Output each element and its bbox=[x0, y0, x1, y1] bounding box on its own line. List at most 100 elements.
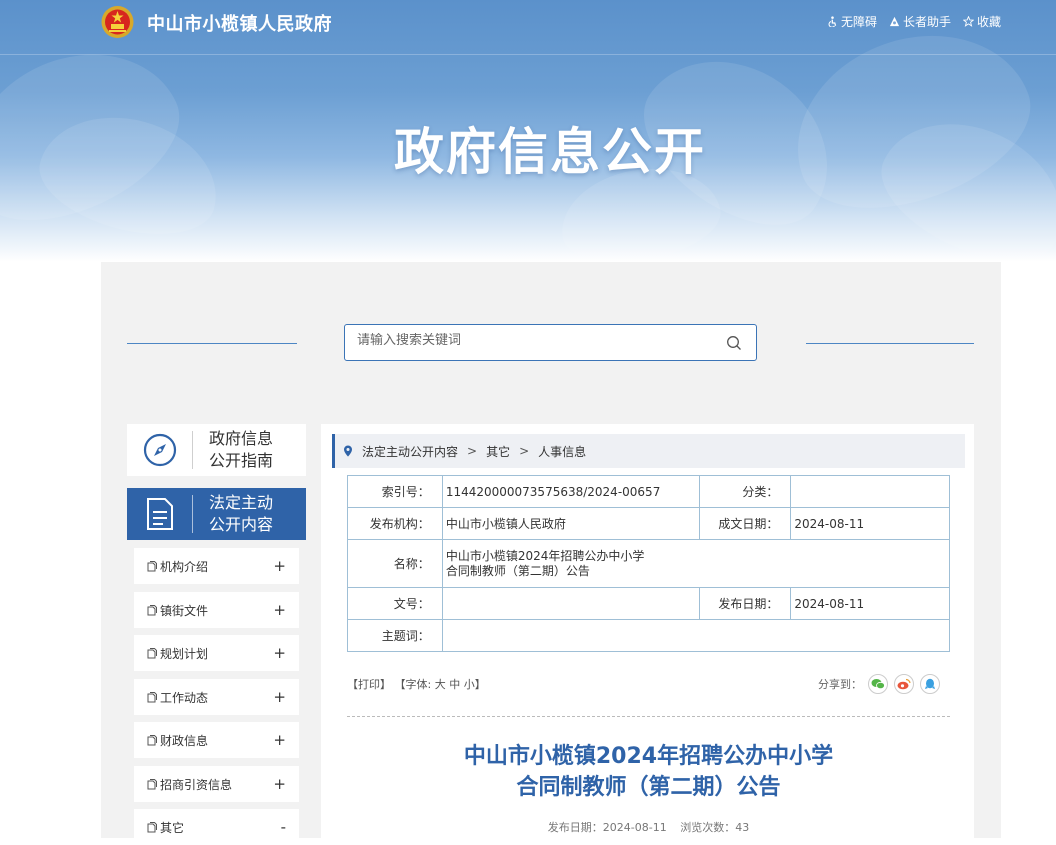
sidebar-item-label: 规划计划 bbox=[160, 646, 209, 661]
file-icon bbox=[147, 560, 157, 571]
name-line-2: 合同制教师（第二期）公告 bbox=[445, 563, 590, 578]
doc-number-value bbox=[441, 587, 700, 620]
index-label: 索引号： bbox=[347, 475, 443, 508]
name-value: 中山市小榄镇2024年招聘公办中小学 合同制教师（第二期）公告 bbox=[441, 539, 951, 588]
elder-helper-icon bbox=[889, 16, 900, 27]
main-content: 法定主动公开内容 > 其它 > 人事信息 索引号： 11442000007357… bbox=[321, 424, 974, 838]
expand-icon[interactable]: + bbox=[273, 557, 286, 575]
star-icon bbox=[962, 16, 974, 27]
accessibility-label: 无障碍 bbox=[840, 15, 877, 29]
expand-icon[interactable]: + bbox=[273, 775, 286, 793]
active-label-line1: 法定主动 bbox=[209, 493, 274, 512]
meta-views: 43 bbox=[735, 821, 750, 834]
font-size-suffix: 】 bbox=[474, 678, 486, 691]
dashed-divider bbox=[347, 716, 950, 717]
sidebar-item-org[interactable]: 机构介绍 + bbox=[134, 548, 299, 584]
sidebar-item-label: 镇街文件 bbox=[160, 603, 209, 618]
location-pin-icon bbox=[344, 445, 352, 457]
active-label-line2: 公开内容 bbox=[209, 515, 274, 534]
document-icon bbox=[146, 498, 173, 530]
article-tools: 【打印】 【字体: 大 中 小】 bbox=[347, 676, 486, 692]
expand-icon[interactable]: + bbox=[273, 731, 286, 749]
article-meta: 发布日期：2024-08-11 浏览次数：43 bbox=[347, 819, 950, 835]
site-name[interactable]: 中山市小榄镇人民政府 bbox=[147, 10, 332, 36]
expand-icon[interactable]: + bbox=[273, 644, 286, 662]
accessibility-icon bbox=[828, 16, 837, 27]
sidebar-item-investment[interactable]: 招商引资信息 + bbox=[134, 766, 299, 802]
file-icon bbox=[147, 821, 157, 832]
name-line-1: 中山市小榄镇2024年招聘公办中小学 bbox=[445, 548, 645, 563]
published-date-label: 发布日期： bbox=[698, 587, 792, 620]
share-qq-button[interactable] bbox=[920, 674, 940, 694]
created-date-label: 成文日期： bbox=[698, 507, 792, 540]
accessibility-link[interactable]: 无障碍 bbox=[827, 13, 877, 30]
banner-title: 政府信息公开 bbox=[394, 123, 706, 181]
sidebar-item-label: 机构介绍 bbox=[160, 559, 209, 574]
sidebar-item-docs[interactable]: 镇街文件 + bbox=[134, 592, 299, 628]
breadcrumb-item[interactable]: 法定主动公开内容 bbox=[362, 443, 458, 460]
name-label: 名称： bbox=[347, 539, 443, 588]
breadcrumb: 法定主动公开内容 > 其它 > 人事信息 bbox=[332, 434, 965, 468]
publisher-value: 中山市小榄镇人民政府 bbox=[441, 507, 700, 540]
search-input[interactable] bbox=[357, 333, 707, 348]
sidebar-item-plans[interactable]: 规划计划 + bbox=[134, 635, 299, 671]
file-icon bbox=[147, 604, 157, 615]
qq-icon bbox=[925, 678, 935, 689]
favorite-label: 收藏 bbox=[976, 15, 1001, 29]
breadcrumb-item[interactable]: 其它 bbox=[486, 443, 510, 460]
meta-date: 2024-08-11 bbox=[602, 821, 667, 834]
keywords-label: 主题词： bbox=[347, 619, 443, 652]
elder-helper-link[interactable]: 长者助手 bbox=[889, 13, 951, 30]
article-title-line-2: 合同制教师（第二期）公告 bbox=[516, 775, 781, 800]
sidebar-item-label: 财政信息 bbox=[160, 733, 209, 748]
share-wechat-button[interactable] bbox=[868, 674, 888, 694]
search-icon[interactable] bbox=[726, 335, 742, 351]
guide-label-line2: 公开指南 bbox=[209, 451, 274, 470]
divider-right bbox=[806, 343, 974, 344]
chevron-right-icon: > bbox=[467, 444, 478, 458]
share-bar: 分享到： bbox=[818, 674, 940, 694]
expand-icon[interactable]: + bbox=[273, 601, 286, 619]
compass-icon bbox=[143, 433, 176, 467]
sidebar-item-finance[interactable]: 财政信息 + bbox=[134, 722, 299, 758]
article-title-line-1: 中山市小榄镇2024年招聘公办中小学 bbox=[463, 744, 834, 769]
doc-number-label: 文号： bbox=[347, 587, 443, 620]
favorite-link[interactable]: 收藏 bbox=[962, 13, 1001, 30]
collapse-icon[interactable]: - bbox=[281, 818, 286, 836]
print-button[interactable]: 【打印】 bbox=[347, 678, 391, 691]
sidebar-active-section[interactable]: 法定主动 公开内容 bbox=[127, 488, 306, 540]
expand-icon[interactable]: + bbox=[273, 688, 286, 706]
font-small-button[interactable]: 小 bbox=[464, 678, 475, 691]
meta-date-label: 发布日期： bbox=[547, 821, 603, 834]
share-weibo-button[interactable] bbox=[894, 674, 914, 694]
category-label: 分类： bbox=[698, 475, 792, 508]
weibo-icon bbox=[897, 678, 911, 690]
publisher-label: 发布机构： bbox=[347, 507, 443, 540]
file-icon bbox=[147, 647, 157, 658]
font-medium-button[interactable]: 中 bbox=[449, 678, 460, 691]
sidebar-item-label: 工作动态 bbox=[160, 690, 209, 705]
elder-helper-label: 长者助手 bbox=[902, 15, 951, 29]
national-emblem-icon bbox=[101, 6, 134, 38]
content-panel: 政府信息公开指南 法定主动公开内容 机构介绍 + 镇街文件 + 规划计划 + 工… bbox=[101, 262, 1001, 845]
sidebar-item-label: 其它 bbox=[160, 820, 185, 835]
category-value bbox=[790, 475, 950, 508]
file-icon bbox=[147, 778, 157, 789]
font-large-button[interactable]: 大 bbox=[435, 678, 446, 691]
created-date-value: 2024-08-11 bbox=[790, 507, 950, 540]
sidebar-item-other[interactable]: 其它 - bbox=[134, 809, 299, 845]
breadcrumb-item[interactable]: 人事信息 bbox=[538, 443, 586, 460]
keywords-value bbox=[441, 619, 951, 652]
header-tools: 无障碍 长者助手 收藏 bbox=[827, 13, 1001, 30]
published-date-value: 2024-08-11 bbox=[790, 587, 950, 620]
document-info-table: 索引号： 114420000073575638/2024-00657 分类： 发… bbox=[347, 475, 951, 652]
sidebar-guide[interactable]: 政府信息 公开指南 bbox=[127, 424, 306, 476]
divider-left bbox=[127, 343, 297, 344]
search-box bbox=[344, 324, 757, 361]
sidebar-item-news[interactable]: 工作动态 + bbox=[134, 679, 299, 715]
banner: 中山市小榄镇人民政府 无障碍 长者助手 收藏 政府信息公开 bbox=[0, 0, 1056, 262]
index-value: 114420000073575638/2024-00657 bbox=[441, 475, 700, 508]
share-label: 分享到： bbox=[818, 678, 862, 691]
article-title: 中山市小榄镇2024年招聘公办中小学 合同制教师（第二期）公告 bbox=[347, 741, 950, 803]
font-size-prefix: 【字体: bbox=[394, 678, 432, 691]
